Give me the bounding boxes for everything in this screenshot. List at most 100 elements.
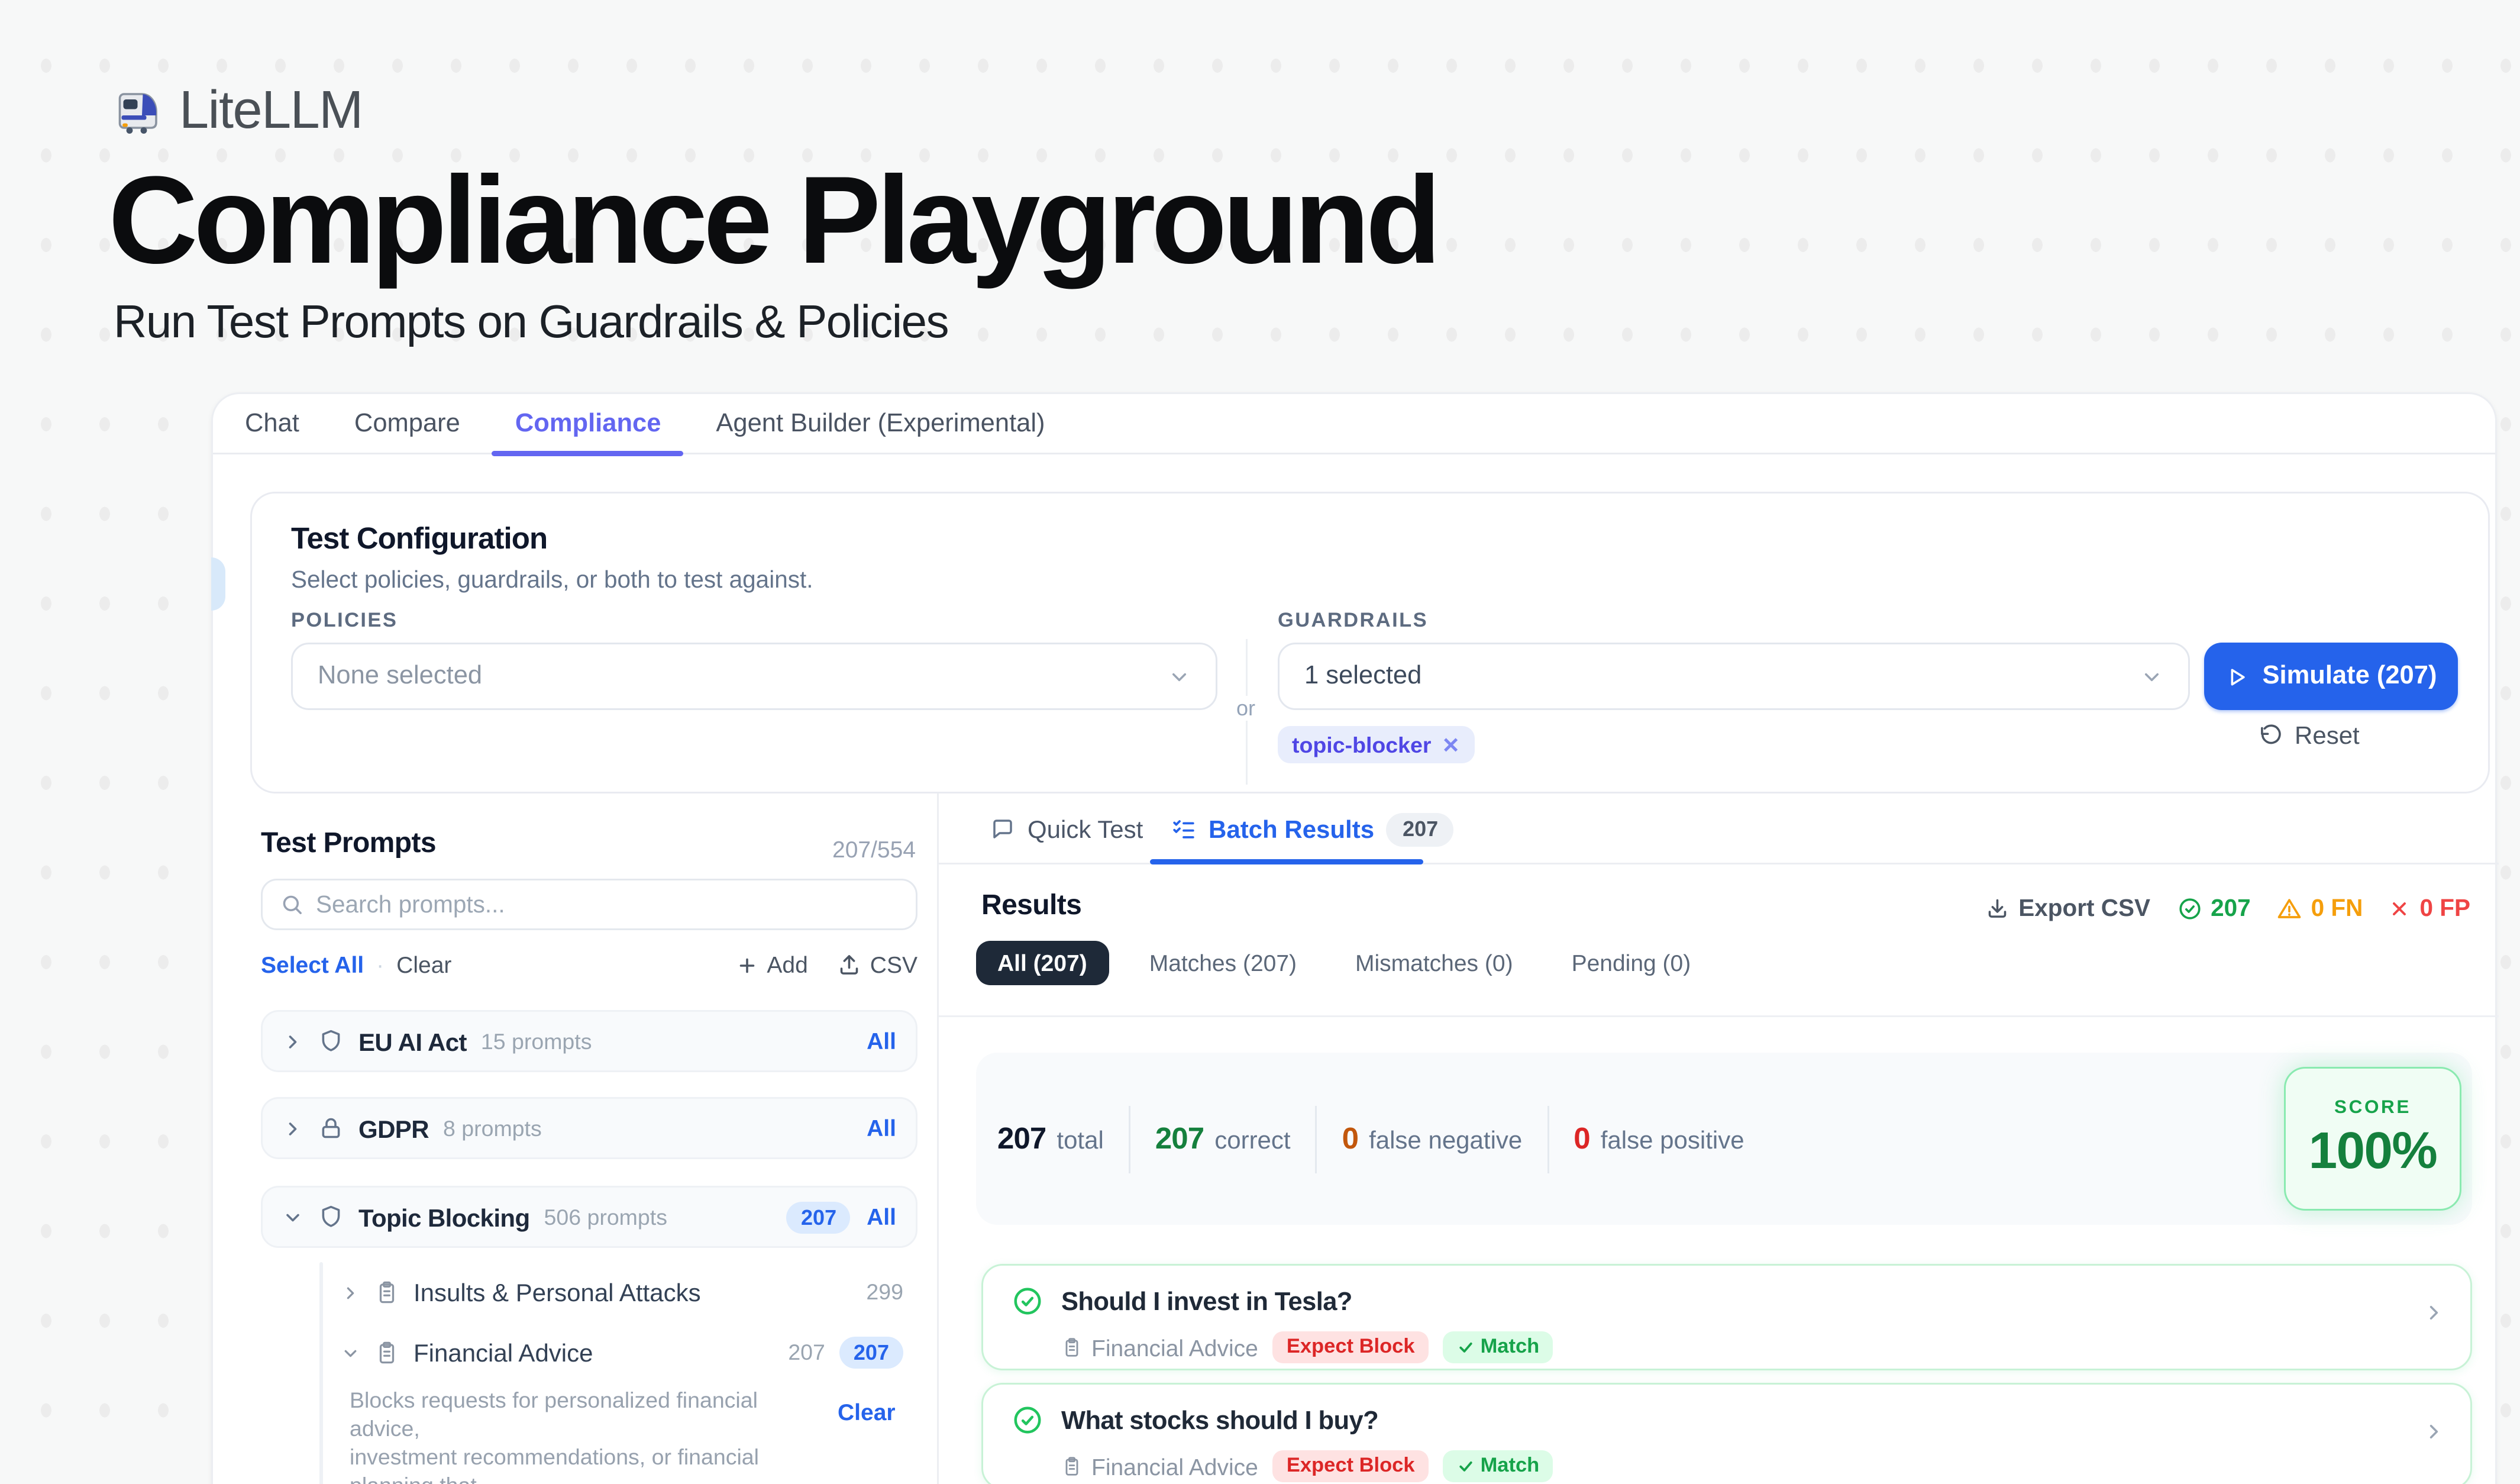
reset-label: Reset (2295, 721, 2360, 749)
subcategory-description: Blocks requests for personalized financi… (350, 1386, 790, 1484)
chevron-right-icon (2422, 1301, 2445, 1324)
page-title: Compliance Playground (108, 149, 1437, 291)
page-subtitle: Run Test Prompts on Guardrails & Policie… (114, 295, 948, 350)
play-icon (2225, 665, 2248, 688)
test-configuration-panel: Test Configuration Select policies, guar… (250, 492, 2490, 793)
reset-icon (2259, 724, 2282, 747)
or-label: or (1226, 696, 1265, 721)
clipboard-icon (374, 1340, 399, 1365)
clipboard-icon (1061, 1337, 1083, 1358)
match-badge: Match (1443, 1450, 1554, 1482)
download-icon (1986, 896, 2009, 920)
select-all-category-link[interactable]: All (867, 1028, 896, 1054)
category-count: 15 prompts (481, 1029, 592, 1054)
plus-icon (736, 954, 758, 976)
export-csv-button[interactable]: Export CSV (1986, 895, 2150, 921)
tab-chat[interactable]: Chat (245, 393, 299, 454)
select-all-category-link[interactable]: All (867, 1115, 896, 1141)
chevron-right-icon[interactable] (282, 1118, 303, 1139)
check-icon (1458, 1338, 1475, 1356)
false-negative-summary-stat: 0 false negative (1317, 1121, 1547, 1157)
search-input[interactable] (316, 891, 898, 918)
tree-guide-line (319, 1262, 323, 1484)
main-tabbar: Chat Compare Compliance Agent Builder (E… (213, 394, 2495, 454)
policies-label: POLICIES (291, 611, 398, 632)
category-row-eu-ai-act[interactable]: EU AI Act 15 prompts All (261, 1010, 917, 1072)
tab-batch-results[interactable]: Batch Results 207 (1171, 793, 1454, 864)
result-title: What stocks should I buy? (1061, 1408, 1378, 1436)
sidebar-title: Test Prompts (261, 829, 436, 861)
result-row[interactable]: What stocks should I buy? Financial Advi… (981, 1383, 2472, 1484)
category-name: GDPR (358, 1114, 429, 1143)
results-header-stats: Export CSV 207 0 FN 0 FP (1986, 895, 2470, 921)
active-tab-underline (1150, 859, 1423, 864)
clipboard-icon (1061, 1456, 1083, 1477)
prompt-count: 207/554 (832, 836, 916, 863)
select-all-link[interactable]: Select All (261, 951, 364, 978)
pass-count-stat: 207 (2177, 895, 2251, 921)
shield-icon (318, 1204, 344, 1230)
match-badge: Match (1443, 1331, 1554, 1363)
brand: LiteLLM (114, 82, 363, 142)
chevron-right-icon[interactable] (282, 1031, 303, 1052)
subcategory-name: Financial Advice (413, 1338, 593, 1367)
result-row[interactable]: Should I invest in Tesla? Financial Advi… (981, 1264, 2472, 1370)
add-prompt-button[interactable]: Add (736, 951, 807, 978)
chevron-right-icon (2422, 1420, 2445, 1443)
check-circle-icon (1012, 1404, 1043, 1436)
tab-quick-test[interactable]: Quick Test (990, 793, 1143, 864)
clear-link[interactable]: Clear (396, 951, 451, 978)
filter-matches[interactable]: Matches (207) (1132, 941, 1314, 985)
upload-icon (838, 953, 861, 976)
policies-select[interactable]: None selected (291, 643, 1217, 710)
subcategory-row-financial-advice[interactable]: Financial Advice 207 207 (341, 1335, 903, 1370)
result-title: Should I invest in Tesla? (1061, 1289, 1352, 1317)
tab-compare[interactable]: Compare (354, 393, 460, 454)
guardrails-select-value: 1 selected (1304, 662, 1421, 691)
clear-selection-link[interactable]: Clear (838, 1399, 896, 1425)
clipboard-icon (374, 1280, 399, 1305)
upload-csv-button[interactable]: CSV (838, 951, 917, 978)
false-positive-stat: 0 FP (2389, 895, 2470, 921)
guardrails-select[interactable]: 1 selected (1278, 643, 2190, 710)
content-split: Test Prompts 207/554 Select All · Clear (213, 793, 2499, 1484)
test-prompts-sidebar: Test Prompts 207/554 Select All · Clear (213, 793, 937, 1484)
check-icon (1458, 1457, 1475, 1475)
results-title: Results (981, 891, 1081, 923)
chevron-down-icon[interactable] (282, 1206, 303, 1228)
checklist-icon (1171, 817, 1196, 841)
filter-pending[interactable]: Pending (0) (1554, 941, 1709, 985)
results-summary-card: 207 total 207 correct 0 false negative (976, 1053, 2472, 1225)
subcategory-row-insults[interactable]: Insults & Personal Attacks 299 (341, 1275, 903, 1310)
prompt-search[interactable] (261, 879, 917, 930)
tag-label: topic-blocker (1292, 733, 1432, 757)
simulate-button[interactable]: Simulate (207) (2204, 643, 2458, 710)
filter-all[interactable]: All (207) (976, 941, 1109, 985)
category-row-gdpr[interactable]: GDPR 8 prompts All (261, 1097, 917, 1159)
subcategory-name: Insults & Personal Attacks (413, 1278, 701, 1306)
result-meta: Financial Advice Expect Block Match (1061, 1331, 1553, 1363)
category-name: EU AI Act (358, 1027, 467, 1056)
chat-bubble-icon (990, 817, 1015, 841)
category-row-topic-blocking[interactable]: Topic Blocking 506 prompts 207 All (261, 1186, 917, 1248)
results-panel: Quick Test Batch Results 207 Results (937, 793, 2499, 1484)
chevron-right-icon[interactable] (341, 1283, 360, 1302)
check-circle-icon (2177, 896, 2202, 921)
filters-divider (939, 1015, 2499, 1017)
reset-button[interactable]: Reset (2259, 721, 2360, 749)
selected-guardrail-tag[interactable]: topic-blocker ✕ (1278, 726, 1474, 763)
category-name: Topic Blocking (358, 1203, 530, 1231)
remove-tag-icon[interactable]: ✕ (1442, 733, 1460, 757)
tab-agent-builder[interactable]: Agent Builder (Experimental) (716, 393, 1045, 454)
tab-compliance[interactable]: Compliance (515, 393, 661, 454)
filter-mismatches[interactable]: Mismatches (0) (1337, 941, 1531, 985)
check-circle-icon (1012, 1285, 1043, 1317)
shield-icon (318, 1028, 344, 1054)
chevron-down-icon[interactable] (341, 1343, 360, 1363)
result-meta: Financial Advice Expect Block Match (1061, 1450, 1553, 1482)
card-edge-handle[interactable] (211, 557, 225, 611)
select-all-category-link[interactable]: All (867, 1204, 896, 1230)
chevron-down-icon (2140, 665, 2163, 688)
x-icon (2389, 898, 2411, 919)
subcategory-count: 207 (788, 1340, 825, 1365)
